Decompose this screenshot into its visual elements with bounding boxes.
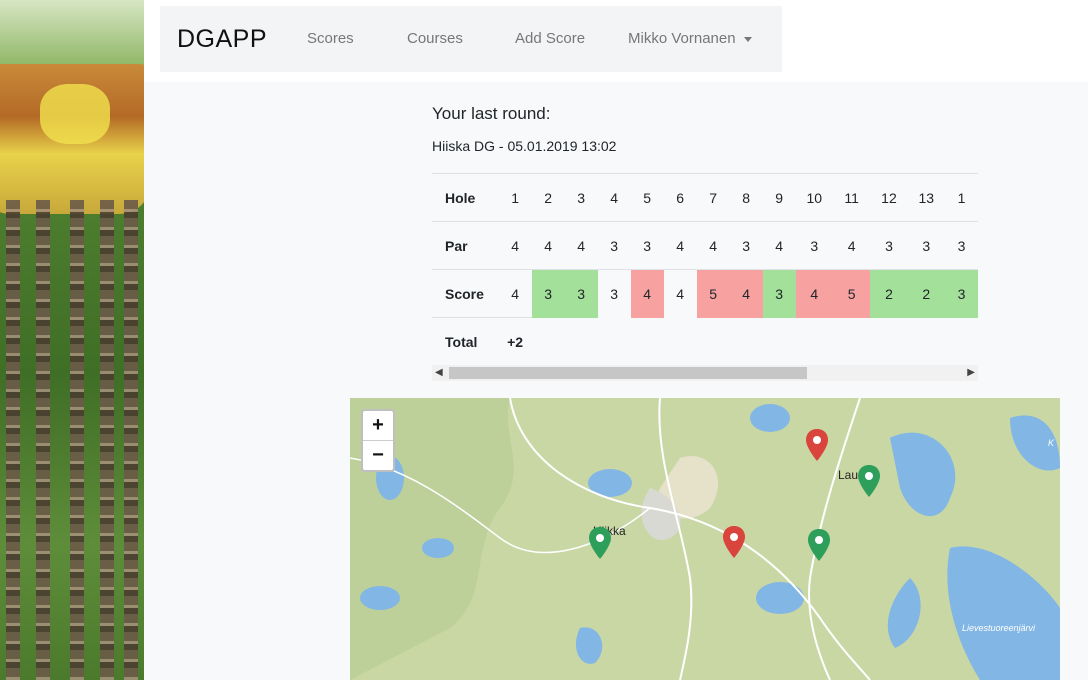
score-value: 5 xyxy=(832,269,871,318)
hole-number: 3 xyxy=(564,173,598,222)
scroll-right-icon[interactable]: ▶ xyxy=(967,367,975,379)
par-value: 3 xyxy=(870,221,908,270)
nav-scores[interactable]: Scores xyxy=(307,30,354,47)
brand-logo[interactable]: DGAPP xyxy=(177,25,267,54)
scroll-left-icon[interactable]: ◀ xyxy=(435,367,443,379)
courses-map[interactable]: + − Hiikka Laurea Lievestuoreenjärvi K xyxy=(350,398,1060,680)
score-value: 4 xyxy=(729,269,763,318)
photo-chain xyxy=(6,200,20,680)
map-marker-icon[interactable] xyxy=(723,526,745,558)
par-value: 4 xyxy=(564,221,598,270)
photo-chain xyxy=(36,200,50,680)
photo-chain xyxy=(100,200,114,680)
table-horizontal-scrollbar[interactable]: ◀ ▶ xyxy=(432,365,978,381)
score-value: 3 xyxy=(597,269,631,318)
par-value: 4 xyxy=(832,221,871,270)
score-row: Score 43334454345223 xyxy=(432,269,978,318)
photo-chain xyxy=(70,200,84,680)
hole-number: 7 xyxy=(696,173,730,222)
map-lake-label: Lievestuoreenjärvi xyxy=(962,623,1036,633)
scrollbar-thumb[interactable] xyxy=(449,367,807,379)
map-marker-icon[interactable] xyxy=(858,465,880,497)
score-value: 3 xyxy=(944,269,978,318)
par-value: 4 xyxy=(498,221,532,270)
round-course-date: Hiiska DG - 05.01.2019 13:02 xyxy=(432,138,617,154)
par-value: 3 xyxy=(944,221,978,270)
scorecard-table: Hole 1 2 3 4 5 6 7 8 9 10 11 12 13 1 Par 444334434343… xyxy=(432,173,978,365)
par-value: 4 xyxy=(663,221,697,270)
scorecard-table-container[interactable]: Hole 1 2 3 4 5 6 7 8 9 10 11 12 13 1 Par 444334434343… xyxy=(432,173,978,365)
score-value: 5 xyxy=(696,269,730,318)
hole-number: 5 xyxy=(630,173,664,222)
map-marker-icon[interactable] xyxy=(808,529,830,561)
photo-sky xyxy=(0,0,144,70)
photo-basket xyxy=(0,64,144,214)
hole-row: Hole 1 2 3 4 5 6 7 8 9 10 11 12 13 1 xyxy=(432,173,978,222)
par-value: 4 xyxy=(531,221,565,270)
par-value: 3 xyxy=(729,221,763,270)
total-value: +2 xyxy=(498,317,532,365)
map-marker-icon[interactable] xyxy=(589,527,611,559)
map-zoom-control: + − xyxy=(361,409,395,472)
zoom-out-button[interactable]: − xyxy=(363,441,393,470)
total-row: Total +2 xyxy=(432,317,978,365)
hole-number: 11 xyxy=(832,173,871,222)
score-value: 3 xyxy=(531,269,565,318)
nav-add-score[interactable]: Add Score xyxy=(515,30,585,47)
par-row: Par 44433443434333 xyxy=(432,221,978,270)
hole-number: 12 xyxy=(870,173,908,222)
hole-number: 1 xyxy=(944,173,978,222)
score-value: 2 xyxy=(907,269,945,318)
map-edge-label: K xyxy=(1048,438,1055,448)
par-value: 3 xyxy=(597,221,631,270)
hole-number: 2 xyxy=(531,173,565,222)
score-value: 3 xyxy=(762,269,796,318)
hole-number: 10 xyxy=(795,173,833,222)
hole-label: Hole xyxy=(432,173,499,222)
par-value: 3 xyxy=(630,221,664,270)
disc-golf-basket-photo xyxy=(0,0,144,680)
hole-number: 4 xyxy=(597,173,631,222)
map-tiles xyxy=(350,398,1060,680)
score-value: 4 xyxy=(630,269,664,318)
hole-number: 1 xyxy=(498,173,532,222)
photo-chain xyxy=(124,200,138,680)
caret-down-icon xyxy=(743,36,752,42)
score-value: 2 xyxy=(870,269,908,318)
score-value: 3 xyxy=(564,269,598,318)
score-value: 4 xyxy=(498,269,532,318)
par-label: Par xyxy=(432,221,499,270)
nav-courses[interactable]: Courses xyxy=(407,30,463,47)
user-name: Mikko Vornanen xyxy=(628,30,736,47)
hole-number: 9 xyxy=(762,173,796,222)
hole-number: 8 xyxy=(729,173,763,222)
last-round-heading: Your last round: xyxy=(432,104,551,123)
hole-number: 13 xyxy=(907,173,945,222)
user-menu-dropdown[interactable]: Mikko Vornanen xyxy=(628,30,752,47)
zoom-in-button[interactable]: + xyxy=(363,411,393,441)
hole-number: 6 xyxy=(663,173,697,222)
par-value: 3 xyxy=(907,221,945,270)
score-value: 4 xyxy=(795,269,833,318)
score-label: Score xyxy=(432,269,499,318)
par-value: 4 xyxy=(696,221,730,270)
par-value: 4 xyxy=(762,221,796,270)
total-label: Total xyxy=(432,317,499,365)
score-value: 4 xyxy=(663,269,697,318)
map-marker-icon[interactable] xyxy=(806,429,828,461)
par-value: 3 xyxy=(795,221,833,270)
